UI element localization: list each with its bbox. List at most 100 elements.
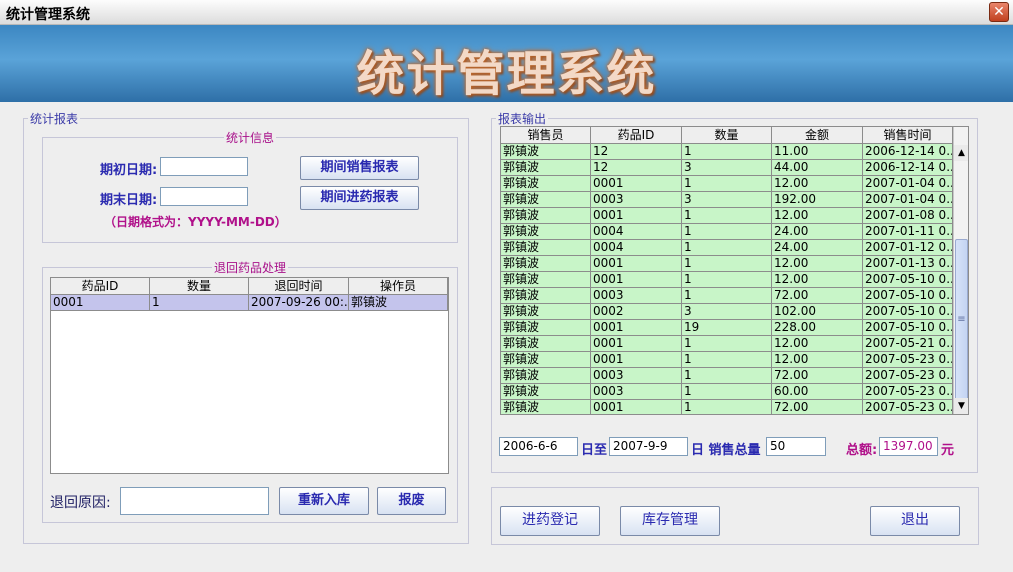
table-cell: 60.00 [772, 384, 863, 400]
column-header[interactable]: 退回时间 [249, 278, 349, 295]
table-row[interactable]: 郭镇波 0001 1 12.00 2007-05-23 0... [501, 352, 968, 368]
table-cell: 2007-09-26 00:... [249, 295, 349, 311]
returns-table[interactable]: 药品ID 数量 退回时间 操作员 0001 1 2007-09-26 00:... 郭镇波 [50, 277, 449, 474]
table-cell: 2007-05-10 0... [863, 288, 953, 304]
table-cell: 郭镇波 [349, 295, 448, 311]
table-row[interactable]: 郭镇波 12 3 44.00 2006-12-14 0... [501, 160, 968, 176]
table-cell: 44.00 [772, 160, 863, 176]
table-cell: 2006-12-14 0... [863, 160, 953, 176]
sales-table-scrollbar[interactable]: ▲ ≡ ▼ [953, 127, 968, 414]
stats-info-legend: 统计信息 [225, 131, 274, 145]
table-cell: 郭镇波 [501, 208, 591, 224]
table-cell: 0002 [591, 304, 682, 320]
day-sales-label: 日 销售总量 [691, 443, 761, 458]
table-row[interactable]: 郭镇波 0003 1 72.00 2007-05-23 0... [501, 368, 968, 384]
table-cell: 郭镇波 [501, 240, 591, 256]
exit-button[interactable]: 退出 [870, 506, 960, 536]
table-cell: 12.00 [772, 336, 863, 352]
column-header[interactable]: 销售时间 [863, 127, 953, 144]
sales-report-table[interactable]: 销售员 药品ID 数量 金额 销售时间 郭镇波 12 1 11.00 2006-12-14 0.… [500, 126, 969, 415]
table-cell: 0001 [591, 400, 682, 414]
column-header[interactable]: 药品ID [591, 127, 682, 144]
sales-total-field[interactable]: 50 [766, 437, 826, 456]
table-row[interactable]: 郭镇波 0001 19 228.00 2007-05-10 0... [501, 320, 968, 336]
table-row[interactable]: 郭镇波 0003 1 60.00 2007-05-23 0... [501, 384, 968, 400]
table-cell: 1 [682, 144, 772, 160]
table-cell: 郭镇波 [501, 320, 591, 336]
table-cell: 0001 [591, 256, 682, 272]
table-row[interactable]: 郭镇波 0004 1 24.00 2007-01-12 0... [501, 240, 968, 256]
column-header[interactable]: 数量 [150, 278, 249, 295]
column-header[interactable]: 操作员 [349, 278, 448, 295]
table-row[interactable]: 郭镇波 0001 1 12.00 2007-01-04 0... [501, 176, 968, 192]
table-cell: 12 [591, 144, 682, 160]
table-row[interactable]: 郭镇波 0003 3 192.00 2007-01-04 0... [501, 192, 968, 208]
table-cell: 11.00 [772, 144, 863, 160]
table-cell: 郭镇波 [501, 256, 591, 272]
table-cell: 0001 [591, 272, 682, 288]
table-cell: 12.00 [772, 208, 863, 224]
table-row[interactable]: 郭镇波 0001 1 12.00 2007-05-10 0... [501, 272, 968, 288]
column-header[interactable]: 药品ID [51, 278, 150, 295]
table-row[interactable]: 郭镇波 0003 1 72.00 2007-05-10 0... [501, 288, 968, 304]
inventory-button[interactable]: 库存管理 [620, 506, 720, 536]
column-header[interactable]: 金额 [772, 127, 863, 144]
scroll-down-icon[interactable]: ▼ [954, 398, 968, 414]
table-cell: 郭镇波 [501, 352, 591, 368]
returns-table-body: 0001 1 2007-09-26 00:... 郭镇波 [51, 295, 448, 311]
start-date-input[interactable] [160, 157, 248, 176]
table-cell: 2007-05-21 0... [863, 336, 953, 352]
table-row[interactable]: 郭镇波 12 1 11.00 2006-12-14 0... [501, 144, 968, 160]
table-cell: 24.00 [772, 240, 863, 256]
table-row[interactable]: 郭镇波 0001 1 12.00 2007-01-08 0... [501, 208, 968, 224]
purchase-register-button[interactable]: 进药登记 [500, 506, 600, 536]
table-cell: 郭镇波 [501, 160, 591, 176]
table-cell: 1 [682, 288, 772, 304]
scroll-thumb[interactable]: ≡ [955, 239, 968, 401]
table-cell: 0003 [591, 384, 682, 400]
table-cell: 1 [682, 176, 772, 192]
table-cell: 郭镇波 [501, 336, 591, 352]
table-cell: 1 [682, 208, 772, 224]
table-cell: 郭镇波 [501, 368, 591, 384]
table-cell: 郭镇波 [501, 304, 591, 320]
table-cell: 2007-01-04 0... [863, 192, 953, 208]
table-row[interactable]: 郭镇波 0001 1 12.00 2007-01-13 0... [501, 256, 968, 272]
return-reason-label: 退回原因: [50, 495, 111, 511]
table-cell: 2007-05-23 0... [863, 400, 953, 414]
close-icon[interactable]: ✕ [989, 2, 1009, 22]
column-header[interactable]: 数量 [682, 127, 772, 144]
scroll-up-icon[interactable]: ▲ [954, 145, 968, 161]
end-date-input[interactable] [160, 187, 248, 206]
summary-from-date[interactable]: 2006-6-6 [499, 437, 578, 456]
table-cell: 1 [682, 240, 772, 256]
table-cell: 24.00 [772, 224, 863, 240]
table-cell: 1 [682, 352, 772, 368]
return-reason-input[interactable] [120, 487, 269, 515]
table-row[interactable]: 郭镇波 0001 1 72.00 2007-05-23 0... [501, 400, 968, 414]
table-cell: 12.00 [772, 176, 863, 192]
table-cell: 72.00 [772, 368, 863, 384]
banner: 统计管理系统 [0, 25, 1013, 102]
table-row[interactable]: 0001 1 2007-09-26 00:... 郭镇波 [51, 295, 448, 311]
amount-field[interactable]: 1397.00 [879, 437, 938, 456]
table-row[interactable]: 郭镇波 0004 1 24.00 2007-01-11 0... [501, 224, 968, 240]
sales-report-button[interactable]: 期间销售报表 [300, 156, 419, 180]
title-bar: 统计管理系统 ✕ [0, 0, 1013, 25]
table-cell: 12.00 [772, 272, 863, 288]
column-header[interactable]: 销售员 [501, 127, 591, 144]
table-row[interactable]: 郭镇波 0001 1 12.00 2007-05-21 0... [501, 336, 968, 352]
returns-table-header: 药品ID 数量 退回时间 操作员 [51, 278, 448, 295]
purchase-report-button[interactable]: 期间进药报表 [300, 186, 419, 210]
restock-button[interactable]: 重新入库 [279, 487, 369, 515]
summary-to-date[interactable]: 2007-9-9 [609, 437, 688, 456]
table-cell: 2007-01-08 0... [863, 208, 953, 224]
scrap-button[interactable]: 报废 [377, 487, 446, 515]
table-row[interactable]: 郭镇波 0002 3 102.00 2007-05-10 0... [501, 304, 968, 320]
table-cell: 2007-05-23 0... [863, 368, 953, 384]
start-date-label: 期初日期: [100, 163, 158, 178]
table-cell: 0001 [591, 176, 682, 192]
table-cell: 0001 [51, 295, 150, 311]
table-cell: 0004 [591, 240, 682, 256]
end-date-label: 期末日期: [100, 193, 158, 208]
